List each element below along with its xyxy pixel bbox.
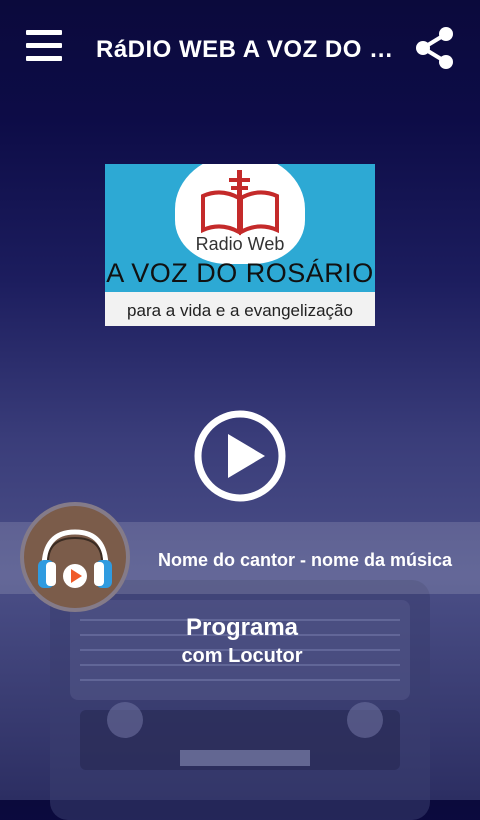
- share-icon: [416, 27, 453, 69]
- headphones-avatar: [20, 502, 130, 612]
- app-title: RáDIO WEB A VOZ DO ROSÁRIO: [96, 36, 396, 63]
- program-name: Programa: [185, 614, 299, 641]
- logo-tagline: para a vida e a evangelização: [127, 301, 353, 320]
- menu-button[interactable]: [26, 30, 66, 66]
- play-button[interactable]: [193, 409, 287, 503]
- station-logo: Radio Web A VOZ DO ROSÁRIO para a vida e…: [105, 164, 375, 326]
- share-button[interactable]: [414, 26, 456, 70]
- play-icon: [194, 410, 286, 502]
- headphones-icon: [38, 529, 112, 588]
- logo-station-name: A VOZ DO ROSÁRIO: [106, 258, 374, 288]
- track-info: Nome do cantor - nome da música: [158, 550, 453, 570]
- app-bar: RáDIO WEB A VOZ DO ROSÁRIO: [0, 0, 480, 100]
- cross-book-icon: [201, 170, 279, 236]
- hamburger-menu-icon: [26, 30, 62, 35]
- program-host: com Locutor: [181, 645, 303, 667]
- logo-small-text: Radio Web: [195, 234, 285, 254]
